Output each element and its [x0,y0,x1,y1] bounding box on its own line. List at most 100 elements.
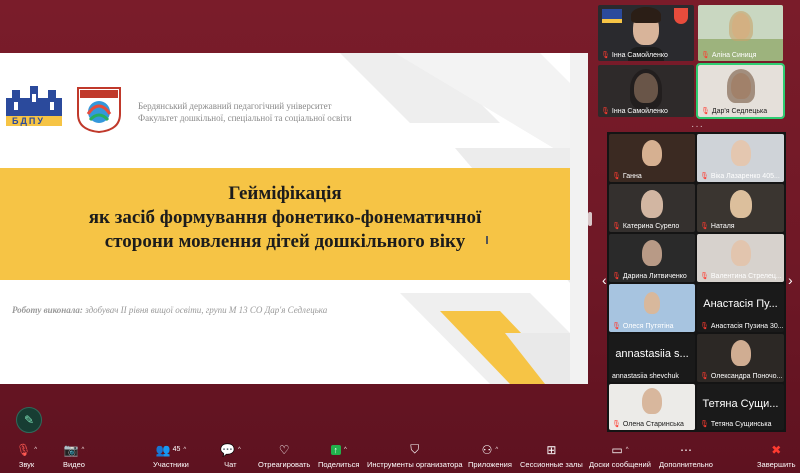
top-video-grid: 🎙 Інна Самойленко 🎙 Аліна Синиця 🎙 Інна Сам… [598,5,785,119]
whiteboards-button[interactable]: ▭ ^ Доски сообщений [589,442,651,470]
video-tile[interactable]: 🎙 Валентина Стрелец... [697,234,784,282]
video-tile[interactable]: 🎙 Олександра Поночо... [697,334,784,382]
chevron-up-icon[interactable]: ^ [183,447,186,453]
participant-name: 🎙 Анастасія Пузина 30... [700,322,784,331]
breakout-label: Сессионные залы [520,460,583,469]
share-screen-icon: ↑ [330,444,342,455]
video-tile[interactable]: 🎙 Катерина Сурело [609,184,695,232]
whiteboard-icon: ▭ [611,442,623,457]
participant-name: 🎙 Аліна Синиця [701,51,757,60]
chevron-up-icon[interactable]: ^ [34,447,37,453]
participant-display-name: Анастасія Пу... [703,298,778,310]
chevron-up-icon[interactable]: ^ [238,447,241,453]
video-tile[interactable]: 🎙 Дарина Литвиченко [609,234,695,282]
participants-button[interactable]: 👥 45 ^ Участники [153,442,189,470]
participant-avatar [642,388,662,414]
participant-name: 🎙 Олександра Поночо... [700,372,783,381]
video-tile[interactable]: 🎙 Інна Самойленко [598,65,694,117]
participant-name: 🎙 Валентина Стрелец... [700,272,782,281]
more-options-icon[interactable]: ··· [691,121,704,132]
slide-scroll-area [570,53,588,384]
video-button[interactable]: 📷 ^ Видео [63,442,85,470]
mic-off-icon: 🎙 [601,108,610,115]
participant-hair [726,69,755,103]
participants-count: 45 [172,446,181,453]
apps-button[interactable]: ⚇ ^ Приложения [468,442,512,470]
video-tile-no-video[interactable]: annastasiia s... annastasiia shevchuk [609,334,695,382]
participant-display-name: annastasiia s... [615,348,689,360]
university-name: Бердянський державний педагогічний уніве… [138,101,332,111]
chat-button[interactable]: 💬 ^ Чат [220,442,241,470]
video-tile[interactable]: 🎙 Олеся Путятіна [609,284,695,332]
participant-avatar [730,240,751,266]
video-tile[interactable]: 🎙 Наталя [697,184,784,232]
grid-icon: ⊞ [546,442,557,457]
participant-display-name: Тетяна Сущи... [702,398,779,410]
react-button[interactable]: ♡ Отреагировать [258,442,311,470]
breakout-rooms-button[interactable]: ⊞ Сессионные залы [520,442,583,470]
video-tile[interactable]: 🎙 Інна Самойленко [598,5,694,61]
mic-off-icon: 🎙 [700,421,709,428]
host-tools-label: Инструменты организатора [367,460,463,469]
host-tools-button[interactable]: ⛉ Инструменты организатора [367,442,463,469]
author-label: Роботу виконала: [12,305,83,315]
more-button[interactable]: ⋯ Дополнительно [659,442,713,470]
participant-name: 🎙 Інна Самойленко [601,107,668,116]
mic-muted-icon: 🎙 [16,442,32,457]
chevron-up-icon[interactable]: ^ [626,447,629,453]
chat-label: Чат [224,460,237,469]
participant-name: 🎙 Дарина Литвиченко [612,272,687,281]
share-screen-button[interactable]: ↑ ^ Поделиться [318,442,359,469]
annotate-pencil-icon[interactable]: ✎ [16,407,42,433]
participant-name: 🎙 Віка Лазаренко 405... [700,172,780,181]
video-tile[interactable]: 🎙 Аліна Синиця [698,5,783,61]
video-tile-no-video[interactable]: Анастасія Пу... 🎙 Анастасія Пузина 30... [697,284,784,332]
participant-name: 🎙 Олеся Путятіна [612,322,674,331]
video-tile[interactable]: 🎙 Олена Старинська [609,384,695,430]
title-line-2: як засіб формування фонетико-фонематично… [88,207,482,228]
end-label: Завершить [757,460,796,469]
participant-name: 🎙 Інна Самойленко [601,51,668,60]
gallery-next-arrow-icon[interactable]: › [788,272,793,288]
video-tile[interactable]: 🎙 Віка Лазаренко 405... [697,134,784,182]
chevron-up-icon[interactable]: ^ [344,447,347,453]
video-label: Видео [63,460,85,469]
chevron-up-icon[interactable]: ^ [495,447,498,453]
video-tile-no-video[interactable]: Тетяна Сущи... 🎙 Тетяна Сущинська [697,384,784,430]
camera-off-icon: 📷 [63,442,79,457]
react-label: Отреагировать [258,460,311,469]
mic-off-icon: 🎙 [700,173,709,180]
audio-button[interactable]: 🎙 ^ Звук [16,442,37,470]
chevron-up-icon[interactable]: ^ [82,447,85,453]
vertical-scrollbar[interactable] [588,212,592,226]
title-line-1: Гейміфікація [228,183,342,204]
participants-label: Участники [153,460,189,469]
mic-off-icon: 🎙 [612,273,621,280]
slide-author: Роботу виконала: здобувач ІІ рівня вищої… [12,305,327,315]
slide-title: Гейміфікація як засіб формування фонетик… [0,182,570,254]
gallery-view: 🎙 Ганна 🎙 Віка Лазаренко 405... 🎙 Катерина … [607,132,786,432]
participant-name: 🎙 Катерина Сурело [612,222,680,231]
participants-icon: 👥 [155,442,171,457]
background-logo-icon [602,9,622,23]
participant-name: 🎙 Дар'я Седлецька [701,107,768,116]
mic-off-icon: 🎙 [612,223,621,230]
video-tile-active-speaker[interactable]: 🎙 Дар'я Седлецька [696,63,785,119]
participant-avatar [644,292,660,314]
close-icon: ✖ [771,442,782,457]
participant-hair [631,7,661,23]
university-logo-text: БДПУ [12,116,45,126]
gallery-prev-arrow-icon[interactable]: ‹ [602,272,607,288]
participant-name: annastasiia shevchuk [612,373,679,380]
faculty-name: Факультет дошкільної, спеціальної та соц… [138,113,352,123]
slide-header: БДПУ Бердянський державний педагогічний … [2,80,562,140]
end-meeting-button[interactable]: ✖ Завершить [757,442,796,470]
participant-hair [728,11,753,41]
participant-avatar [642,140,662,166]
participant-avatar [730,340,751,366]
shield-icon: ⛉ [410,442,420,456]
mic-off-icon: 🎙 [701,108,710,115]
video-tile[interactable]: 🎙 Ганна [609,134,695,182]
mic-off-icon: 🎙 [700,223,709,230]
participant-name: 🎙 Олена Старинська [612,420,684,429]
